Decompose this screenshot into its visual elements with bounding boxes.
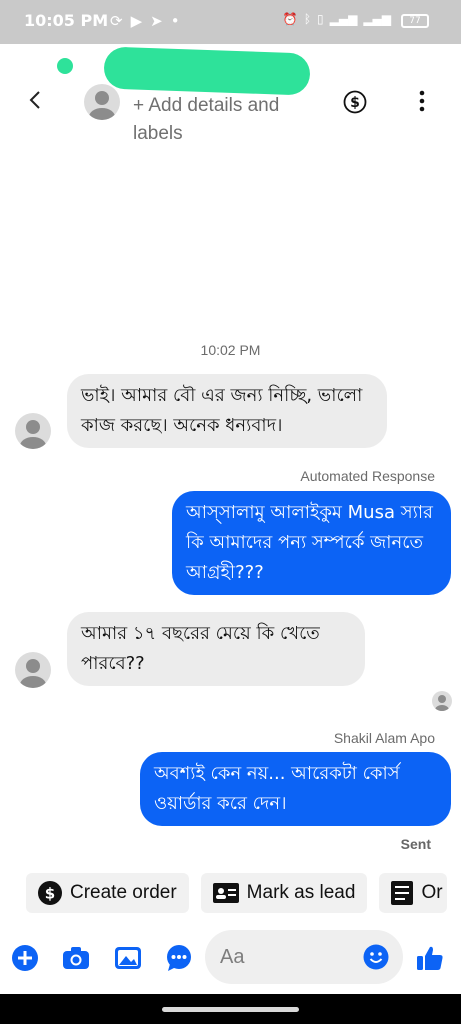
mark-as-lead-label: Mark as lead (246, 882, 356, 903)
order-list-label: Or (421, 882, 443, 903)
telegram-icon: ➤ (150, 12, 163, 30)
conversation-header: + Add details and labels $ (0, 44, 461, 154)
camera-icon[interactable] (62, 944, 90, 972)
system-navigation-bar (0, 994, 461, 1024)
add-details-link[interactable]: + Add details and labels (133, 92, 323, 148)
person-silhouette-icon (89, 91, 115, 120)
message-bubble-outgoing[interactable]: অবশ্যই কেন নয়... আরেকটা কোর্স ওয়ার্ডার… (140, 752, 451, 826)
dot-icon: • (170, 12, 180, 30)
automated-response-label: Automated Response (300, 468, 435, 484)
dollar-circle-icon: $ (38, 881, 62, 905)
gallery-icon[interactable] (114, 944, 142, 972)
sender-name-label: Shakil Alam Apo (333, 730, 435, 746)
alarm-icon: ⏰ (282, 12, 298, 26)
contact-avatar[interactable] (84, 84, 120, 120)
volte-icon: ▯ (317, 12, 324, 26)
status-bar: 10:05 PM ⟳ ▶ ➤ • ⏰ ᛒ ▯ ▂▄▆ ▂▄▆ 77 (0, 0, 461, 44)
quick-actions-bar: $ Create order Mark as lead Or (26, 873, 447, 913)
redaction-mark (57, 58, 73, 74)
message-bubble-outgoing[interactable]: আস্সালামু আলাইকুম Musa স্যার কি আমাদের প… (172, 491, 451, 595)
person-silhouette-icon (435, 695, 449, 711)
svg-text:$: $ (45, 885, 55, 903)
sender-avatar[interactable] (15, 652, 51, 688)
battery-icon: 77 (401, 14, 429, 28)
message-timestamp: 10:02 PM (200, 342, 261, 358)
chat-bubble-icon[interactable] (165, 944, 193, 972)
signal-icon: ▂▄▆ (329, 12, 358, 26)
status-time: 10:05 PM (24, 11, 109, 30)
id-card-icon (212, 883, 239, 903)
system-icons: ⏰ ᛒ ▯ ▂▄▆ ▂▄▆ (283, 12, 391, 26)
mark-as-lead-button[interactable]: Mark as lead (200, 873, 368, 913)
signal-icon-2: ▂▄▆ (363, 12, 391, 26)
bluetooth-icon: ᛒ (303, 12, 312, 26)
back-arrow-icon[interactable] (26, 90, 46, 110)
order-list-icon (391, 881, 414, 905)
sync-icon: ⟳ (110, 12, 123, 30)
plus-icon[interactable] (11, 944, 39, 972)
order-list-button[interactable]: Or (379, 873, 447, 913)
redaction-scribble (103, 46, 311, 96)
more-options-icon[interactable] (413, 90, 431, 112)
emoji-icon[interactable] (363, 944, 389, 970)
notification-icons: ⟳ ▶ ➤ • (110, 12, 180, 30)
battery-level: 77 (409, 16, 421, 26)
thumbs-up-icon[interactable] (416, 944, 444, 972)
youtube-icon: ▶ (130, 12, 143, 30)
message-bubble-incoming[interactable]: আমার ১৭ বছরের মেয়ে কি খেতে পারবে?? (67, 612, 365, 686)
sent-status: Sent (400, 836, 431, 852)
create-order-button[interactable]: $ Create order (26, 873, 189, 913)
person-silhouette-icon (20, 659, 46, 688)
sender-avatar[interactable] (15, 413, 51, 449)
create-order-label: Create order (70, 882, 177, 903)
message-bubble-incoming[interactable]: ভাই। আমার বৌ এর জন্য নিচ্ছি, ভালো কাজ কর… (67, 374, 387, 448)
home-gesture-bar[interactable] (162, 1007, 299, 1012)
svg-text:$: $ (350, 95, 360, 111)
message-composer (0, 928, 461, 988)
dollar-circle-icon[interactable]: $ (343, 90, 367, 114)
read-receipt-avatar (432, 691, 452, 711)
person-silhouette-icon (20, 420, 46, 449)
